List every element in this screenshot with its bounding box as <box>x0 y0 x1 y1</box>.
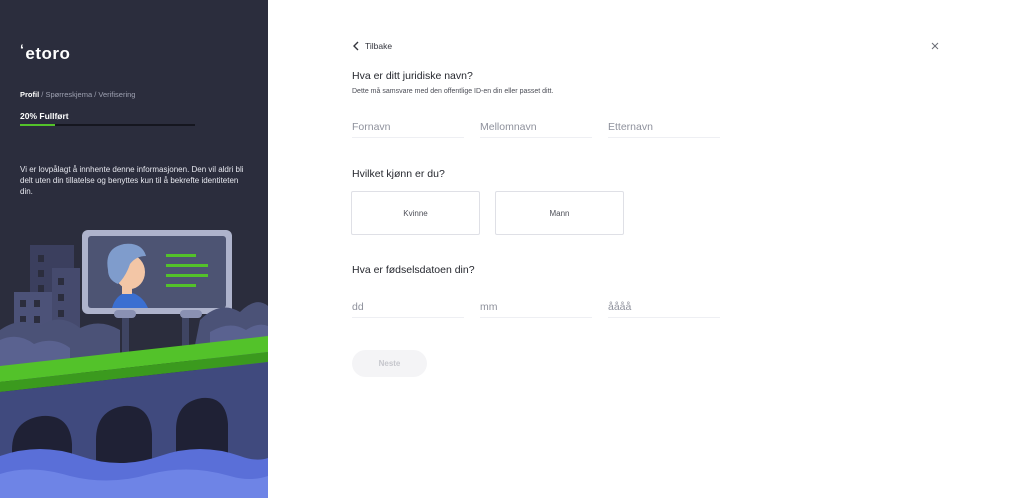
back-button[interactable]: Tilbake <box>352 41 392 51</box>
dob-day-field[interactable] <box>352 296 464 318</box>
dob-month-field[interactable] <box>480 296 592 318</box>
chevron-left-icon <box>353 41 359 51</box>
sidebar: ʻetoro Profil / Spørreskjema / Verifiser… <box>0 0 268 498</box>
progress-bar <box>20 124 195 126</box>
etoro-logo: ʻetoro <box>20 41 71 63</box>
progress-label: 20% Fullført <box>20 111 69 121</box>
dob-question-title: Hva er fødselsdatoen din? <box>352 264 475 276</box>
name-question-title: Hva er ditt juridiske navn? <box>352 70 473 82</box>
middle-name-field[interactable] <box>480 116 592 138</box>
last-name-field[interactable] <box>608 116 720 138</box>
first-name-field[interactable] <box>352 116 464 138</box>
breadcrumb-current: Profil <box>20 90 40 99</box>
next-button[interactable]: Neste <box>352 350 427 377</box>
gender-option-female[interactable]: Kvinne <box>351 191 480 235</box>
progress-fill <box>20 124 55 126</box>
bridge-illustration <box>0 230 268 498</box>
back-label: Tilbake <box>365 41 393 51</box>
gender-option-male[interactable]: Mann <box>495 191 624 235</box>
breadcrumb-rest: Spørreskjema / Verifisering <box>45 90 136 99</box>
breadcrumb: Profil / Spørreskjema / Verifisering <box>20 90 135 99</box>
gender-question-title: Hvilket kjønn er du? <box>352 168 445 180</box>
info-text: Vi er lovpålagt å innhente denne informa… <box>20 165 244 196</box>
close-icon[interactable] <box>929 40 941 52</box>
dob-year-field[interactable] <box>608 296 720 318</box>
name-question-subtitle: Dette må samsvare med den offentlige ID-… <box>352 88 554 95</box>
